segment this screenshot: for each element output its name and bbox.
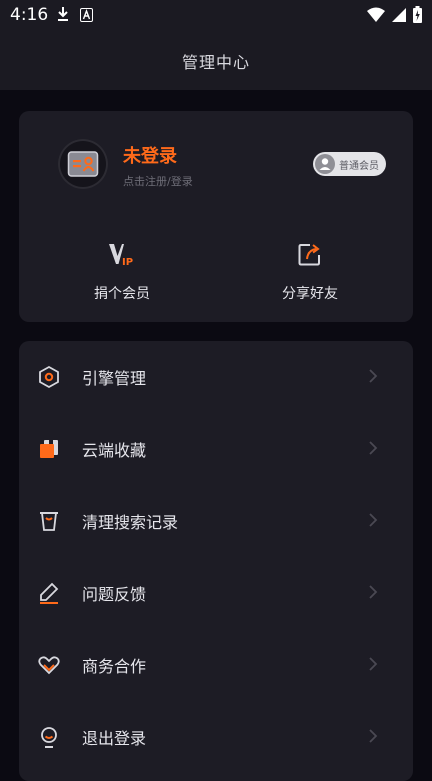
user-icon xyxy=(315,154,335,174)
chevron-right-icon xyxy=(369,585,378,599)
signal-icon xyxy=(391,7,407,27)
menu-item-label: 商务合作 xyxy=(82,657,147,676)
donate-vip-label: 捐个会员 xyxy=(94,286,150,302)
menu-item-logout[interactable]: 退出登录 xyxy=(19,701,413,773)
menu-card: 引擎管理 云端收藏 清理搜索记录 问题反馈 商务合作 退出登录 xyxy=(19,341,413,781)
member-badge: 普通会员 xyxy=(313,152,386,176)
share-friends-button[interactable]: 分享好友 xyxy=(250,239,370,303)
menu-item-label: 引擎管理 xyxy=(82,369,147,388)
avatar[interactable] xyxy=(58,139,108,189)
status-bar: 4:16 xyxy=(0,0,432,30)
status-left-icons xyxy=(56,6,93,26)
svg-text:IP: IP xyxy=(122,257,133,268)
vip-icon: IP xyxy=(62,239,182,269)
chevron-right-icon xyxy=(369,513,378,527)
menu-item-label: 退出登录 xyxy=(82,729,147,748)
status-time: 4:16 xyxy=(10,5,49,25)
donate-vip-button[interactable]: IP 捐个会员 xyxy=(62,239,182,303)
menu-item-engine-management[interactable]: 引擎管理 xyxy=(19,341,413,413)
chevron-right-icon xyxy=(369,369,378,383)
menu-item-label: 清理搜索记录 xyxy=(82,513,179,532)
member-badge-label: 普通会员 xyxy=(339,161,379,172)
page-title: 管理中心 xyxy=(181,53,250,72)
menu-item-label: 问题反馈 xyxy=(82,585,147,604)
wifi-icon xyxy=(367,7,385,27)
download-icon xyxy=(56,6,70,26)
login-hint[interactable]: 点击注册/登录 xyxy=(123,173,193,189)
chevron-right-icon xyxy=(369,729,378,743)
share-icon xyxy=(250,239,370,269)
menu-item-feedback[interactable]: 问题反馈 xyxy=(19,557,413,629)
engine-hexagon-icon xyxy=(39,365,59,389)
status-right-icons xyxy=(367,6,422,27)
menu-item-business-cooperation[interactable]: 商务合作 xyxy=(19,629,413,701)
menu-item-cloud-favorites[interactable]: 云端收藏 xyxy=(19,413,413,485)
login-title[interactable]: 未登录 xyxy=(123,142,177,168)
handshake-heart-icon xyxy=(38,656,60,675)
menu-item-label: 云端收藏 xyxy=(82,441,147,460)
profile-card: 未登录 点击注册/登录 普通会员 IP 捐个会员 分享好友 xyxy=(19,111,413,322)
app-header: 管理中心 xyxy=(0,30,432,90)
share-friends-label: 分享好友 xyxy=(282,286,338,302)
battery-icon xyxy=(413,6,422,27)
text-a-icon xyxy=(80,7,93,26)
chevron-right-icon xyxy=(369,657,378,671)
pencil-icon xyxy=(40,582,59,604)
chevron-right-icon xyxy=(369,441,378,455)
id-card-icon xyxy=(67,151,99,177)
logout-user-icon xyxy=(41,727,57,748)
cloud-bookmark-icon xyxy=(40,440,58,458)
trash-icon xyxy=(40,512,58,531)
menu-item-clear-search-history[interactable]: 清理搜索记录 xyxy=(19,485,413,557)
